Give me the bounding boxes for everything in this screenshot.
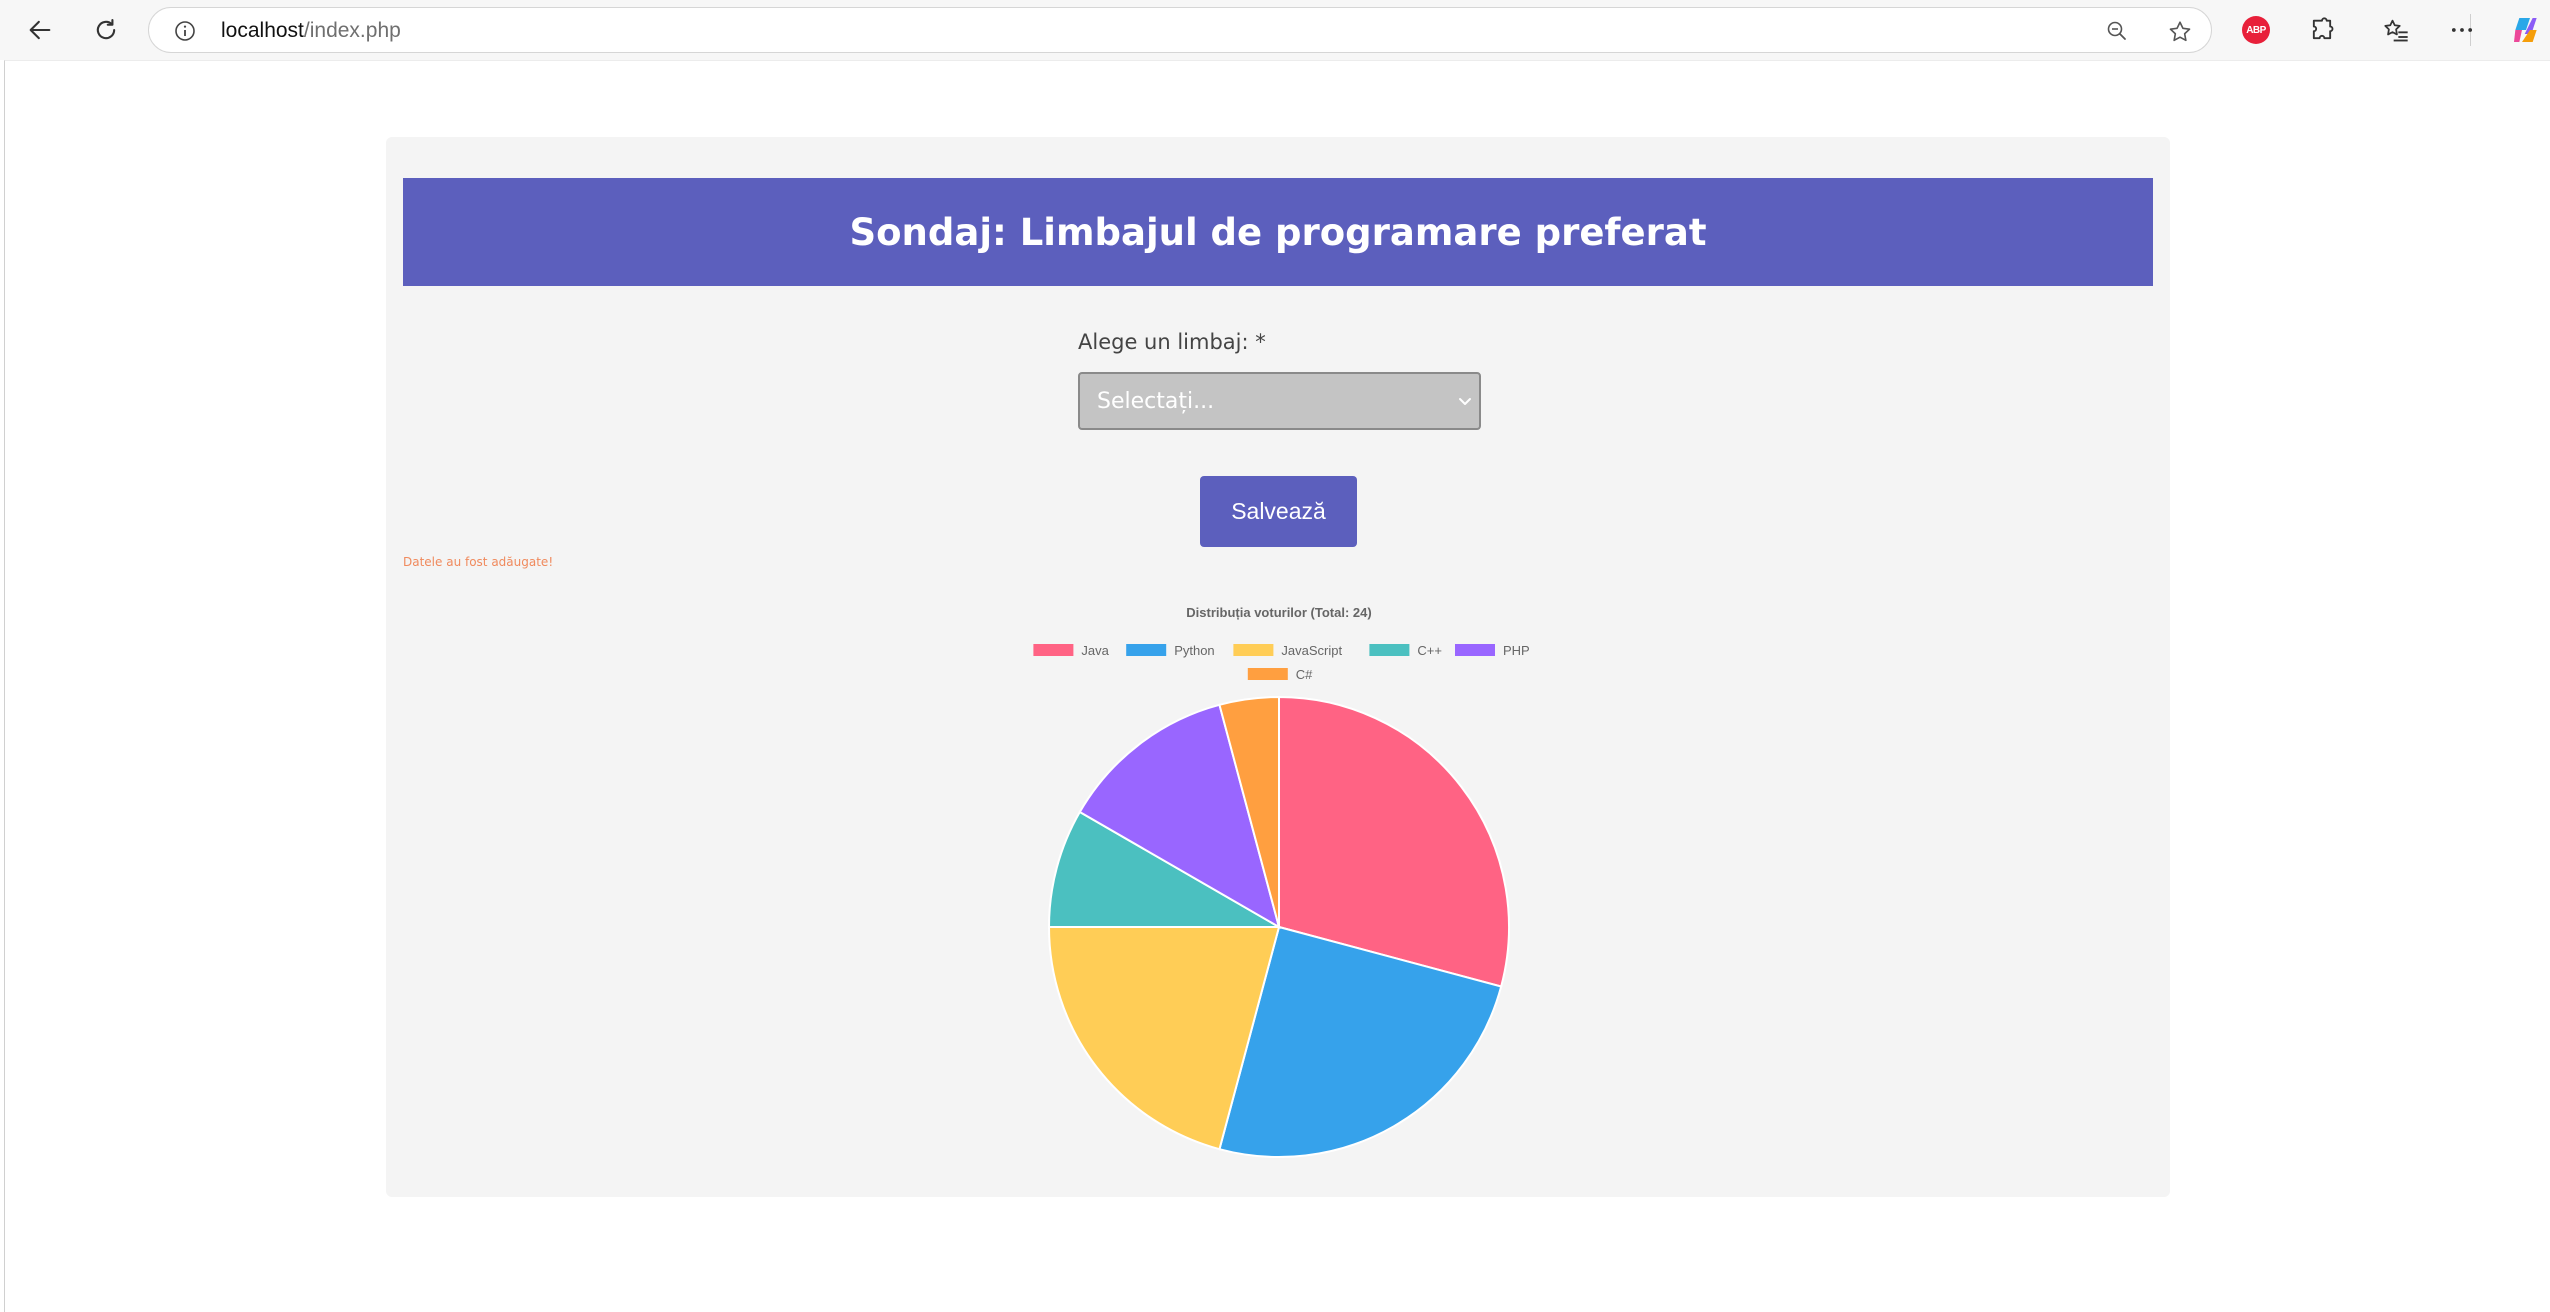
legend-label: C++	[1417, 643, 1442, 658]
copilot-button[interactable]	[2508, 12, 2544, 48]
legend-swatch	[1247, 668, 1288, 680]
legend-swatch	[1126, 644, 1167, 656]
extensions-button[interactable]	[2304, 12, 2340, 48]
legend-label: Java	[1081, 643, 1109, 658]
adblock-plus-icon: ABP	[2242, 16, 2270, 44]
legend-label: JavaScript	[1281, 643, 1342, 658]
address-bar[interactable]: localhost/index.php	[148, 7, 2212, 53]
info-icon[interactable]	[173, 19, 197, 43]
legend-item[interactable]: Java	[1033, 643, 1110, 658]
legend-item[interactable]: PHP	[1455, 643, 1530, 658]
zoom-out-icon[interactable]	[2105, 19, 2129, 43]
more-dots-icon	[2451, 28, 2473, 32]
legend-item[interactable]: JavaScript	[1233, 643, 1342, 658]
legend-label: PHP	[1503, 643, 1530, 658]
legend-label: C#	[1296, 667, 1313, 682]
legend-item[interactable]: C++	[1369, 643, 1442, 658]
legend-swatch	[1369, 644, 1410, 656]
legend-item[interactable]: Python	[1126, 643, 1215, 658]
back-button[interactable]	[20, 10, 60, 50]
puzzle-icon	[2312, 17, 2334, 40]
poll-container: Sondaj: Limbajul de programare preferat …	[386, 137, 2170, 1197]
reload-icon	[96, 19, 116, 40]
legend-swatch	[1455, 644, 1495, 656]
copilot-icon	[2514, 18, 2537, 42]
url-host: localhost	[221, 19, 304, 42]
url-text[interactable]: localhost/index.php	[221, 19, 401, 43]
legend-label: Python	[1174, 643, 1214, 658]
favorites-list-icon	[2384, 19, 2408, 42]
reload-button[interactable]	[86, 10, 126, 50]
favorites-button[interactable]	[2378, 12, 2414, 48]
back-arrow-icon	[29, 20, 51, 40]
legend-swatch	[1233, 644, 1274, 656]
chart-title: Distribuția voturilor (Total: 24)	[1186, 605, 1371, 620]
favorite-star-icon[interactable]	[2167, 19, 2193, 45]
adblock-plus-extension[interactable]: ABP	[2238, 12, 2274, 48]
legend-swatch	[1033, 644, 1074, 656]
more-menu-button[interactable]	[2444, 12, 2480, 48]
browser-toolbar: localhost/index.php ABP	[0, 0, 2550, 60]
vote-distribution-chart: Distribuția voturilor (Total: 24) Java Pyt…	[1033, 605, 1530, 1158]
url-path: /index.php	[303, 19, 401, 42]
legend-item[interactable]: C#	[1247, 667, 1313, 682]
